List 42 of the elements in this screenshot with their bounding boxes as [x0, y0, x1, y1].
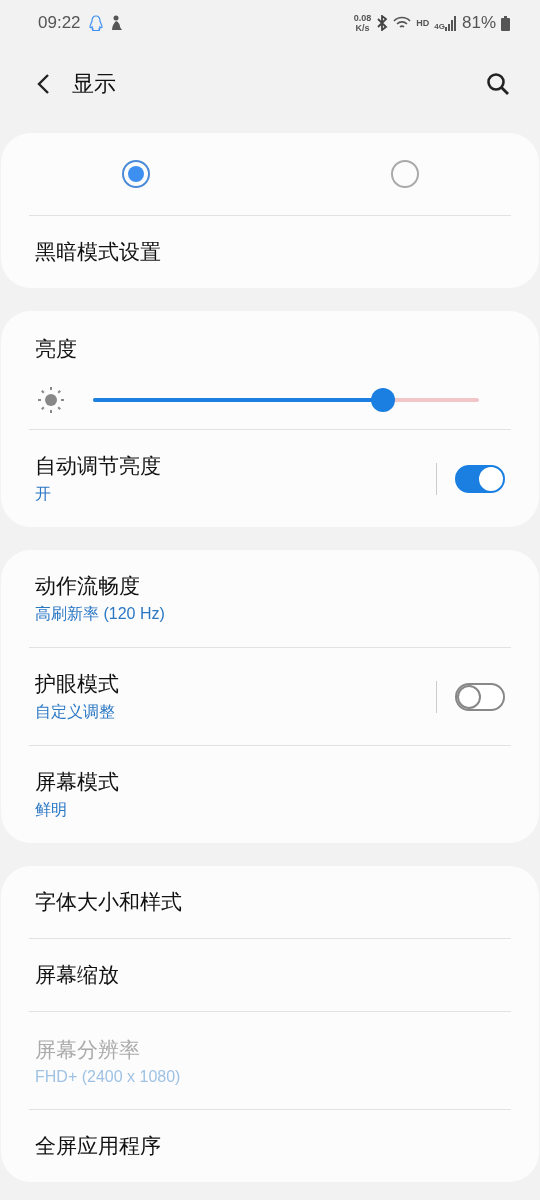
toggle-switch[interactable] [455, 464, 505, 493]
radio-button[interactable] [121, 160, 150, 188]
bluetooth-icon [376, 15, 389, 31]
toggle-switch[interactable] [455, 682, 505, 711]
setting-row[interactable]: 屏幕缩放 [1, 939, 539, 1011]
brightness-slider[interactable] [93, 388, 479, 412]
wifi-icon [393, 16, 412, 30]
setting-row[interactable]: 护眼模式 自定义调整 [1, 648, 539, 745]
setting-title: 护眼模式 [35, 671, 119, 698]
setting-value: 高刷新率 (120 Hz) [35, 604, 165, 624]
net-speed-value: 0.08 [353, 13, 372, 23]
net-speed-unit: K/s [355, 23, 370, 33]
setting-title: 自动调节亮度 [35, 453, 161, 480]
status-time: 09:22 [38, 13, 81, 33]
setting-title: 屏幕分辨率 [35, 1036, 140, 1064]
setting-value: 鲜明 [35, 800, 67, 820]
search-icon [486, 72, 510, 96]
setting-title: 屏幕模式 [35, 769, 119, 796]
network-type: 4G [434, 22, 445, 31]
sun-icon [37, 386, 65, 414]
setting-title: 全屏应用程序 [35, 1133, 161, 1160]
back-icon [36, 73, 50, 95]
setting-row[interactable]: 屏幕模式 鲜明 [1, 746, 539, 843]
penguin-icon [88, 14, 103, 32]
battery-icon [501, 15, 510, 31]
setting-value: 自定义调整 [35, 702, 115, 722]
setting-row[interactable]: 全屏应用程序 [1, 1110, 539, 1182]
setting-title: 亮度 [35, 337, 77, 361]
battery-percent: 81% [461, 13, 496, 33]
setting-row[interactable]: 字体大小和样式 [1, 866, 539, 938]
setting-title: 动作流畅度 [35, 573, 140, 600]
setting-value: 开 [35, 484, 51, 504]
slider-thumb[interactable] [370, 388, 395, 412]
radio-button[interactable] [390, 160, 419, 188]
setting-title[interactable]: 黑暗模式设置 [35, 238, 161, 266]
setting-value: FHD+ (2400 x 1080) [35, 1067, 181, 1086]
setting-title: 屏幕缩放 [35, 962, 119, 989]
setting-title: 字体大小和样式 [35, 889, 182, 916]
page-title: 显示 [72, 70, 116, 98]
hd-label: HD [416, 18, 430, 28]
signal-icon [444, 15, 457, 31]
setting-row[interactable]: 动作流畅度 高刷新率 (120 Hz) [1, 550, 539, 647]
